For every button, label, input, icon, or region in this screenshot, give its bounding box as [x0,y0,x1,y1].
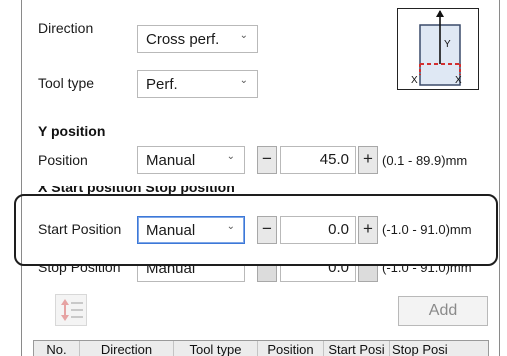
direction-label: Direction [38,20,94,36]
chevron-down-icon: ⌄ [239,75,248,86]
start-position-mode-value: Manual [146,222,196,239]
perforation-table-header: No. Direction Tool type Position Start P… [33,340,489,356]
perforation-diagram: Y X X [397,8,479,90]
direction-combobox[interactable]: Cross perf. ⌄ [137,25,258,53]
start-position-mode-combobox[interactable]: Manual ⌄ [137,216,245,244]
direction-value: Cross perf. [146,31,220,48]
column-header-tool-type[interactable]: Tool type [174,341,258,356]
x-section-heading: X Start position Stop position [38,186,235,195]
column-header-direction[interactable]: Direction [80,341,174,356]
tool-type-combobox[interactable]: Perf. ⌄ [137,70,258,98]
x-section-heading-clip: X Start position Stop position [38,186,235,195]
y-position-increment-button[interactable]: + [358,146,378,174]
stop-position-label: Stop Position [38,266,121,275]
tool-type-label: Tool type [38,75,95,91]
y-position-heading: Y position [38,123,106,139]
diagram-y-label: Y [444,39,451,50]
column-header-start-position[interactable]: Start Posi [324,341,390,356]
add-button[interactable]: Add [398,296,488,326]
diagram-x-left-label: X [411,75,418,86]
y-position-label: Position [38,152,88,168]
stop-position-range: (-1.0 - 91.0)mm [382,266,472,275]
start-position-decrement-button[interactable]: − [257,216,277,244]
column-header-position[interactable]: Position [258,341,324,356]
y-position-range: (0.1 - 89.9)mm [382,153,468,168]
start-position-value-input[interactable]: 0.0 [280,216,356,244]
column-header-no[interactable]: No. [34,341,80,356]
stop-position-row: Stop Position Manual 0.0 (-1.0 - 91.0)mm [30,266,490,286]
start-position-label: Start Position [38,221,122,237]
stop-position-mode-value: Manual [146,266,196,277]
y-position-mode-value: Manual [146,152,196,169]
perforation-diagram-svg: Y X X [411,10,462,86]
reorder-icon [61,299,83,321]
y-position-mode-combobox[interactable]: Manual ⌄ [137,146,245,174]
chevron-down-icon: ⌄ [226,221,235,232]
arrow-up-icon [436,10,444,17]
move-up-down-button[interactable] [55,294,87,326]
stop-position-increment-button[interactable] [358,266,378,282]
stop-position-value-input[interactable]: 0.0 [280,266,356,282]
start-position-increment-button[interactable]: + [358,216,378,244]
y-position-decrement-button[interactable]: − [257,146,277,174]
start-position-range: (-1.0 - 91.0)mm [382,222,472,237]
diagram-x-right-label: X [455,75,462,86]
chevron-down-icon: ⌄ [239,30,248,41]
stop-position-decrement-button[interactable] [257,266,277,282]
tool-type-value: Perf. [146,76,178,93]
column-header-stop-position[interactable]: Stop Posi [390,341,488,356]
y-position-value-input[interactable]: 45.0 [280,146,356,174]
chevron-down-icon: ⌄ [226,151,235,162]
stop-position-mode-combobox[interactable]: Manual [137,266,245,282]
